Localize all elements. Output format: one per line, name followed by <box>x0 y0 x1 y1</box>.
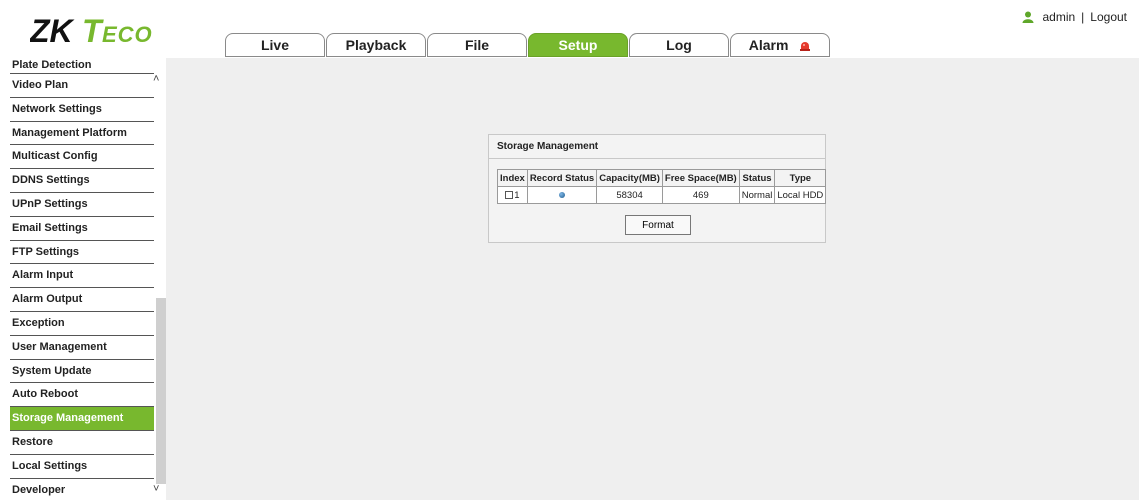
main-content: Storage Management Index Record Status C… <box>166 58 1139 500</box>
format-button[interactable]: Format <box>625 215 691 235</box>
sidebar-item-multicast-config[interactable]: Multicast Config <box>10 145 154 170</box>
storage-management-panel: Storage Management Index Record Status C… <box>488 134 827 243</box>
scroll-down-icon[interactable]: ˅ <box>153 483 159 495</box>
zkteco-logo: ZK T ECO <box>30 14 153 48</box>
sidebar-item-storage-management[interactable]: Storage Management <box>10 407 154 431</box>
sidebar-item-ddns-settings[interactable]: DDNS Settings <box>10 169 154 193</box>
sidebar-item-network-settings[interactable]: Network Settings <box>10 98 154 122</box>
user-icon <box>1022 11 1034 23</box>
svg-text:T: T <box>82 14 104 48</box>
top-bar: ZK T ECO Live Playback File Setup Log Al… <box>0 0 1139 58</box>
sidebar-item-restore[interactable]: Restore <box>10 431 154 455</box>
column-header: Record Status <box>526 169 598 187</box>
capacity-cell: 58304 <box>596 186 663 204</box>
storage-table: Index Record Status Capacity(MB) Free Sp… <box>497 169 827 204</box>
free-space-cell: 469 <box>661 186 740 204</box>
column-header: Status <box>738 169 776 187</box>
sidebar-scroll-thumb[interactable] <box>156 298 166 484</box>
tab-file[interactable]: File <box>427 33 527 57</box>
status-dot-icon <box>559 191 566 198</box>
status-cell: Normal <box>738 186 776 204</box>
tab-label: File <box>464 37 490 53</box>
column-header: Type <box>774 169 827 187</box>
sidebar-item-auto-reboot[interactable]: Auto Reboot <box>10 383 154 408</box>
sidebar-item-exception[interactable]: Exception <box>10 312 154 336</box>
logout-link[interactable]: Logout <box>1090 10 1127 24</box>
user-separator: | <box>1081 10 1085 24</box>
index-value: 1 <box>514 189 520 201</box>
svg-text:ZK: ZK <box>30 14 76 48</box>
scroll-up-icon[interactable]: ˄ <box>153 73 159 85</box>
panel-title: Storage Management <box>489 135 825 159</box>
sidebar-item-upnp-settings[interactable]: UPnP Settings <box>10 193 154 217</box>
username-link[interactable]: admin <box>1042 10 1075 24</box>
column-header: Capacity(MB) <box>596 169 663 187</box>
tab-label: Setup <box>558 37 598 53</box>
sidebar-item-plate-detection[interactable]: Plate Detection <box>10 58 154 74</box>
index-cell: 1 <box>497 186 528 204</box>
table-row: 1 58304 469 Normal Local HDD <box>497 186 827 204</box>
svg-text:ECO: ECO <box>102 22 153 47</box>
sidebar-item-email-settings[interactable]: Email Settings <box>10 217 154 241</box>
record-status-cell <box>526 186 598 204</box>
sidebar-item-developer[interactable]: Developer <box>10 479 154 500</box>
disk-select-checkbox[interactable] <box>505 190 514 199</box>
sidebar-item-alarm-output[interactable]: Alarm Output <box>10 288 154 312</box>
alarm-bell-icon <box>800 42 811 51</box>
sidebar-item-user-management[interactable]: User Management <box>10 336 154 360</box>
sidebar-item-management-platform[interactable]: Management Platform <box>10 122 154 146</box>
sidebar-item-alarm-input[interactable]: Alarm Input <box>10 264 154 289</box>
main-tabs: Live Playback File Setup Log Alarm <box>225 33 831 57</box>
sidebar: Plate Detection Video Plan Network Setti… <box>0 58 166 500</box>
sidebar-menu: Plate Detection Video Plan Network Setti… <box>10 58 154 500</box>
sidebar-item-ftp-settings[interactable]: FTP Settings <box>10 241 154 265</box>
sidebar-item-system-update[interactable]: System Update <box>10 360 154 384</box>
tab-label: Log <box>666 37 692 53</box>
column-header: Free Space(MB) <box>661 169 740 187</box>
tab-alarm[interactable]: Alarm <box>730 33 830 57</box>
tab-playback[interactable]: Playback <box>326 33 426 57</box>
column-header: Index <box>497 169 528 187</box>
tab-label: Alarm <box>748 37 789 53</box>
tab-label: Live <box>260 37 289 53</box>
type-cell: Local HDD <box>774 186 827 204</box>
tab-log[interactable]: Log <box>629 33 729 57</box>
table-header-row: Index Record Status Capacity(MB) Free Sp… <box>497 169 827 187</box>
tab-label: Playback <box>345 37 407 53</box>
sidebar-item-local-settings[interactable]: Local Settings <box>10 455 154 479</box>
sidebar-item-video-plan[interactable]: Video Plan <box>10 74 154 98</box>
tab-setup[interactable]: Setup <box>528 33 628 57</box>
user-area: admin | Logout <box>1022 10 1127 24</box>
tab-live[interactable]: Live <box>225 33 325 57</box>
